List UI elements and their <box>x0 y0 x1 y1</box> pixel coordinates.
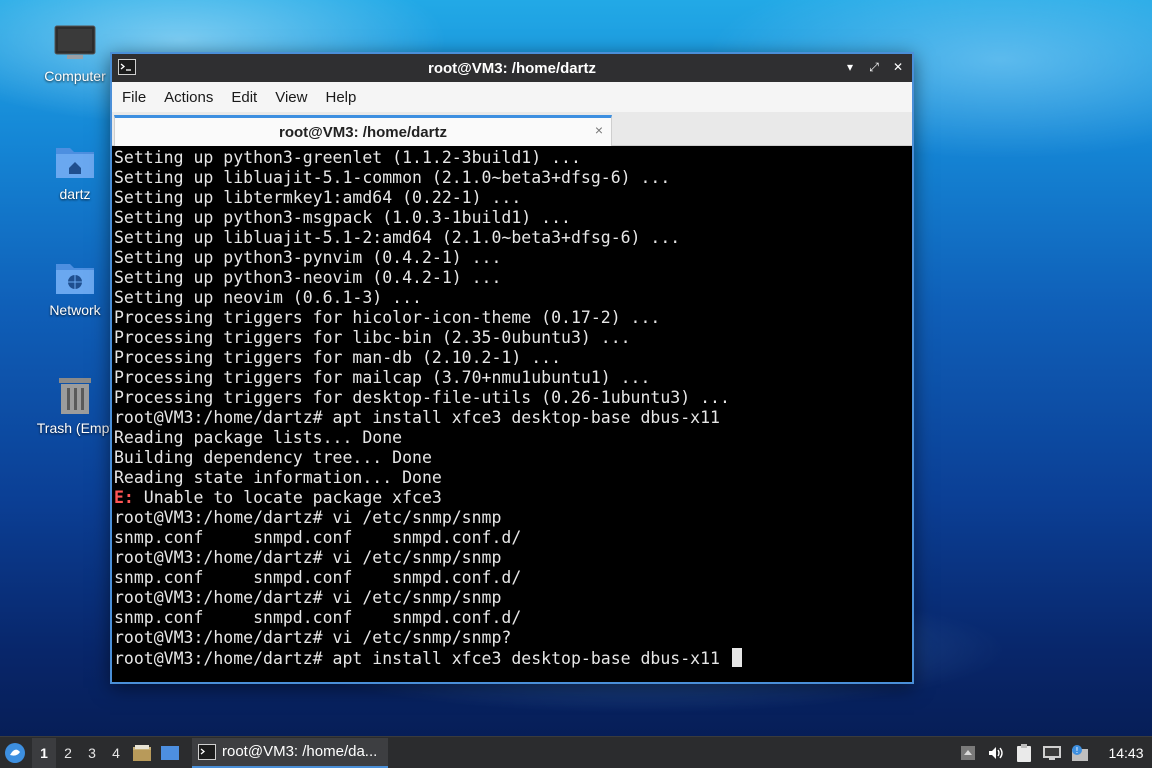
terminal-line: Processing triggers for man-db (2.10.2-1… <box>114 348 562 367</box>
menu-help[interactable]: Help <box>325 89 368 106</box>
tray-volume[interactable] <box>982 738 1010 768</box>
menu-bar: File Actions Edit View Help <box>112 82 912 112</box>
taskbar: 1 2 3 4 root@VM3: /home/da... ! 14:43 <box>0 736 1152 768</box>
tab-terminal[interactable]: root@VM3: /home/dartz × <box>114 115 612 146</box>
workspace-3[interactable]: 3 <box>80 738 104 768</box>
terminal-line: root@VM3:/home/dartz# vi /etc/snmp/snmp? <box>114 628 512 647</box>
close-icon[interactable]: ✕ <box>890 58 906 76</box>
terminal-line: Processing triggers for libc-bin (2.35-0… <box>114 328 631 347</box>
svg-text:!: ! <box>1075 746 1078 755</box>
menu-view[interactable]: View <box>275 89 319 106</box>
workspace-2[interactable]: 2 <box>56 738 80 768</box>
eject-icon <box>961 746 975 760</box>
clock[interactable]: 14:43 <box>1100 745 1152 761</box>
text-cursor <box>731 648 742 667</box>
terminal-line: Setting up python3-neovim (0.4.2-1) ... <box>114 268 502 287</box>
notification-icon: ! <box>1072 745 1088 761</box>
error-prefix: E: <box>114 488 134 507</box>
menu-file[interactable]: File <box>122 89 158 106</box>
terminal-icon <box>198 743 216 760</box>
terminal-line: Building dependency tree... Done <box>114 448 432 467</box>
system-tray: ! 14:43 <box>954 737 1152 768</box>
terminal-line: Reading state information... Done <box>114 468 442 487</box>
taskbar-window-button[interactable]: root@VM3: /home/da... <box>192 737 388 768</box>
terminal-line: snmp.conf snmpd.conf snmpd.conf.d/ <box>114 528 522 547</box>
window-titlebar[interactable]: root@VM3: /home/dartz ▾ ⤢ ✕ <box>112 54 912 82</box>
app-menu-icon <box>5 742 25 763</box>
terminal-line: snmp.conf snmpd.conf snmpd.conf.d/ <box>114 568 522 587</box>
tray-updates[interactable]: ! <box>1066 738 1094 768</box>
minimize-icon[interactable]: ▾ <box>842 58 858 76</box>
home-folder-icon <box>56 148 94 178</box>
terminal-prompt-line[interactable]: root@VM3:/home/dartz# apt install xfce3 … <box>114 648 912 668</box>
tab-label: root@VM3: /home/dartz <box>279 123 447 141</box>
terminal-error-line: E: Unable to locate package xfce3 <box>114 488 912 508</box>
terminal-line: Processing triggers for mailcap (3.70+nm… <box>114 368 651 387</box>
show-desktop-icon <box>161 745 179 760</box>
current-command: root@VM3:/home/dartz# apt install xfce3 … <box>114 649 730 668</box>
file-manager-icon <box>133 744 151 761</box>
terminal-line: Setting up libluajit-5.1-common (2.1.0~b… <box>114 168 671 187</box>
computer-icon <box>54 25 96 59</box>
tray-network[interactable] <box>1038 738 1066 768</box>
window-controls: ▾ ⤢ ✕ <box>842 58 906 76</box>
taskbar-window-label: root@VM3: /home/da... <box>222 743 378 760</box>
terminal-icon <box>118 59 136 75</box>
clipboard-icon <box>1017 744 1031 762</box>
terminal-line: Setting up libluajit-5.1-2:amd64 (2.1.0~… <box>114 228 681 247</box>
launcher-files[interactable] <box>128 738 156 768</box>
terminal-line: root@VM3:/home/dartz# vi /etc/snmp/snmp <box>114 588 502 607</box>
tab-bar: root@VM3: /home/dartz × <box>112 112 912 146</box>
network-folder-icon <box>56 264 94 294</box>
whisker-menu-button[interactable] <box>0 738 30 768</box>
menu-edit[interactable]: Edit <box>231 89 269 106</box>
terminal-line: root@VM3:/home/dartz# vi /etc/snmp/snmp <box>114 508 502 527</box>
window-title: root@VM3: /home/dartz <box>428 59 596 77</box>
menu-actions[interactable]: Actions <box>164 89 225 106</box>
terminal-window: root@VM3: /home/dartz ▾ ⤢ ✕ File Actions… <box>110 52 914 684</box>
tray-clipboard[interactable] <box>1010 738 1038 768</box>
workspace-1[interactable]: 1 <box>32 737 56 768</box>
network-icon <box>1043 746 1061 760</box>
workspace-4[interactable]: 4 <box>104 738 128 768</box>
tray-eject[interactable] <box>954 738 982 768</box>
terminal-line: root@VM3:/home/dartz# apt install xfce3 … <box>114 408 720 427</box>
terminal-line: Setting up libtermkey1:amd64 (0.22-1) ..… <box>114 188 522 207</box>
terminal-line: root@VM3:/home/dartz# vi /etc/snmp/snmp <box>114 548 502 567</box>
launcher-desktop[interactable] <box>156 738 184 768</box>
terminal-line: Setting up python3-pynvim (0.4.2-1) ... <box>114 248 502 267</box>
terminal-line: Setting up python3-greenlet (1.1.2-3buil… <box>114 148 581 167</box>
terminal-line: Setting up python3-msgpack (1.0.3-1build… <box>114 208 571 227</box>
tab-close-icon[interactable]: × <box>595 122 603 138</box>
terminal-line: Processing triggers for desktop-file-uti… <box>114 388 730 407</box>
terminal-line: Setting up neovim (0.6.1-3) ... <box>114 288 422 307</box>
trash-icon <box>59 378 91 414</box>
terminal-line: snmp.conf snmpd.conf snmpd.conf.d/ <box>114 608 522 627</box>
terminal-line: Reading package lists... Done <box>114 428 403 447</box>
volume-icon <box>989 747 1003 759</box>
maximize-icon[interactable]: ⤢ <box>866 58 882 76</box>
workspace-switcher: 1 2 3 4 <box>32 737 128 768</box>
terminal-line: Processing triggers for hicolor-icon-the… <box>114 308 661 327</box>
terminal-output[interactable]: Setting up python3-greenlet (1.1.2-3buil… <box>112 146 912 682</box>
error-message: Unable to locate package xfce3 <box>133 488 442 507</box>
